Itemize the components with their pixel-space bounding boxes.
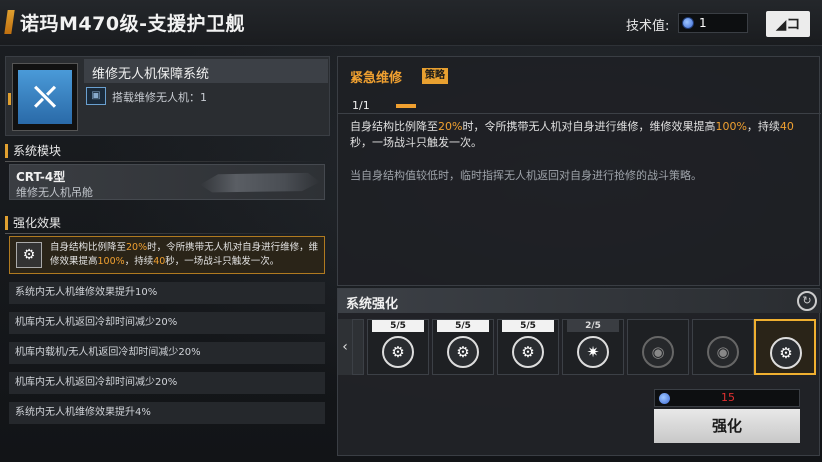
skill-description: 自身结构比例降至20%时，令所携带无人机对自身进行维修，维修效果提高100%，持…: [350, 120, 794, 149]
list-item: 机库内载机/无人机返回冷却时间减少20%: [9, 342, 325, 364]
refresh-icon[interactable]: ↻: [797, 291, 817, 311]
enhance-slot[interactable]: 5/5 ⚙: [497, 319, 559, 375]
module-subtitle: 维修无人机吊舱: [16, 186, 93, 199]
drone-count-icon: ▣: [86, 87, 106, 105]
system-enhance-panel: 系统强化 ↻ ‹ 5/5 ⚙ 5/5 ⚙ 5/5 ⚙ 2/5 ✷ ◉ ◉ ⚙ 1…: [337, 288, 821, 456]
drone-system-icon: ⛌: [18, 70, 72, 124]
drone-cooldown-icon: ⚙: [447, 336, 479, 368]
slot-count: 2/5: [567, 320, 619, 332]
list-item: 系统内无人机维修效果提升10%: [9, 282, 325, 304]
bonus-list: 系统内无人机维修效果提升10% 机库内无人机返回冷却时间减少20% 机库内载机/…: [9, 282, 325, 432]
left-panel: ⛌ 维修无人机保障系统 ▣ 搭载维修无人机：1 系统模块 CRT-4型 维修无人…: [5, 54, 330, 454]
drone-repair-icon: ⚙: [382, 336, 414, 368]
partial-slot: [352, 319, 364, 375]
card-accent: [8, 93, 11, 105]
strategy-badge: 策略: [422, 68, 448, 84]
tech-value: 1: [699, 16, 707, 30]
back-button[interactable]: ◢コ: [766, 11, 810, 37]
slot-count: 5/5: [502, 320, 554, 332]
scroll-left-button[interactable]: ‹: [338, 319, 352, 375]
system-name-bar: 维修无人机保障系统: [84, 59, 328, 83]
slot-count: 5/5: [372, 320, 424, 332]
enhancement-heading: 强化效果: [5, 212, 330, 234]
wrench-drone-icon: ⚙: [770, 337, 802, 369]
enhancement-effect-text: 自身结构比例降至20%时，令所携带无人机对自身进行维修，维修效果提高100%，持…: [50, 242, 319, 267]
system-card: ⛌ 维修无人机保障系统 ▣ 搭载维修无人机：1: [5, 56, 330, 136]
system-icon-frame: ⛌: [12, 63, 78, 131]
enhance-slot-selected[interactable]: ⚙: [754, 319, 816, 375]
enhance-slot[interactable]: 5/5 ⚙: [432, 319, 494, 375]
modules-heading: 系统模块: [5, 140, 330, 162]
module-name: CRT-4型: [16, 170, 66, 184]
locked-module-icon: ◉: [707, 336, 739, 368]
enhance-heading: 系统强化: [346, 297, 399, 312]
skill-flavor-text: 当自身结构值较低时，临时指挥无人机返回对自身进行抢修的战斗策略。: [350, 169, 702, 182]
tech-value-label: 技术值:: [626, 19, 670, 34]
enhance-slot[interactable]: 5/5 ⚙: [367, 319, 429, 375]
wrench-drone-icon: ⚙: [16, 242, 42, 268]
list-item: 机库内无人机返回冷却时间减少20%: [9, 312, 325, 334]
level-bar: [396, 104, 416, 108]
drone-cooldown-icon: ⚙: [512, 336, 544, 368]
drone-count: 搭载维修无人机：1: [112, 91, 207, 104]
right-panel: 紧急维修 策略 1/1 自身结构比例降至20%时，令所携带无人机对自身进行维修，…: [337, 56, 821, 456]
enhancement-effect-card: ⚙ 自身结构比例降至20%时，令所携带无人机对自身进行维修，维修效果提高100%…: [9, 236, 325, 274]
gem-icon: [659, 393, 670, 404]
upgrade-cost: 15: [721, 391, 735, 404]
header-bar: 诺玛M470级-支援护卫舰 技术值: 1 ◢コ: [0, 0, 822, 46]
enhance-slot[interactable]: 2/5 ✷: [562, 319, 624, 375]
module-image: [200, 172, 320, 193]
skill-detail-panel: 紧急维修 策略 1/1 自身结构比例降至20%时，令所携带无人机对自身进行维修，…: [337, 56, 821, 286]
enhance-slot-locked[interactable]: ◉: [627, 319, 689, 375]
enhance-slot-locked[interactable]: ◉: [692, 319, 754, 375]
divider: [338, 113, 821, 114]
module-card[interactable]: CRT-4型 维修无人机吊舱: [9, 164, 325, 200]
list-item: 系统内无人机维修效果提升4%: [9, 402, 325, 424]
skill-level: 1/1: [352, 99, 370, 112]
system-name: 维修无人机保障系统: [92, 67, 210, 82]
locked-module-icon: ◉: [642, 336, 674, 368]
page-title: 诺玛M470级-支援护卫舰: [20, 13, 245, 35]
gem-icon: [682, 17, 694, 29]
enhance-title-bar: 系统强化 ↻: [338, 289, 821, 313]
upgrade-button[interactable]: 强化: [654, 409, 800, 443]
slot-count: 5/5: [437, 320, 489, 332]
list-item: 机库内无人机返回冷却时间减少20%: [9, 372, 325, 394]
skill-title: 紧急维修: [350, 71, 403, 86]
title-accent: [4, 10, 15, 34]
cost-box: 15: [654, 389, 800, 407]
tech-value-box: 1: [678, 13, 748, 33]
repair-burst-icon: ✷: [577, 336, 609, 368]
